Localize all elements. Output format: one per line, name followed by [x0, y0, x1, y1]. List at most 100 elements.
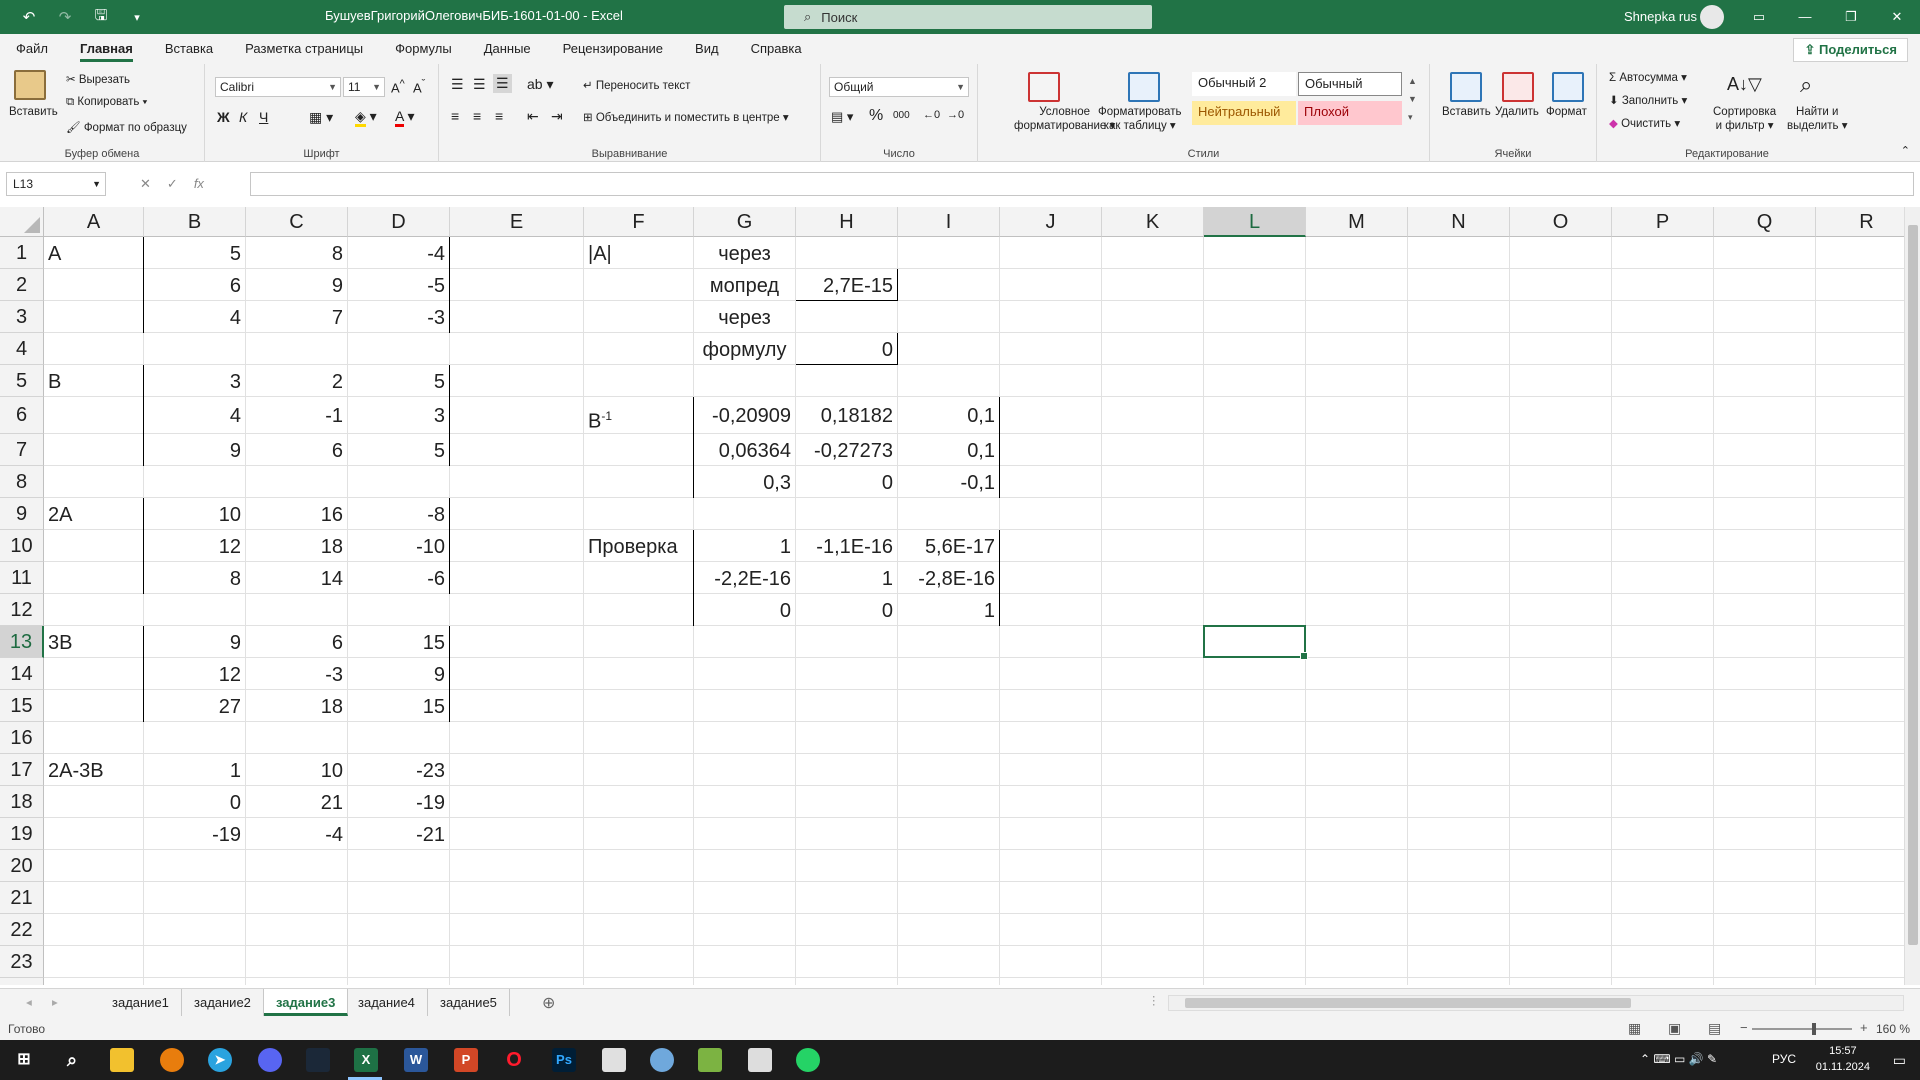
column-header-p[interactable]: P [1612, 207, 1714, 237]
cell-b6[interactable]: 4 [144, 397, 246, 434]
tab-help[interactable]: Справка [735, 34, 818, 64]
cell-p6[interactable] [1612, 397, 1714, 434]
cell-m21[interactable] [1306, 882, 1408, 914]
increase-indent-icon[interactable]: ⇥ [551, 108, 563, 125]
cell-f2[interactable] [584, 269, 694, 301]
cell-r6[interactable] [1816, 397, 1904, 434]
cell-f13[interactable] [584, 626, 694, 658]
cell-a3[interactable] [44, 301, 144, 333]
cell-c8[interactable] [246, 466, 348, 498]
sheet-tab-3[interactable]: задание3 [264, 989, 349, 1016]
cell-r4[interactable] [1816, 333, 1904, 365]
row-header-22[interactable]: 22 [0, 914, 44, 946]
close-icon[interactable]: ✕ [1874, 0, 1920, 34]
column-header-d[interactable]: D [348, 207, 450, 237]
cell-d7[interactable]: 5 [348, 434, 450, 466]
cell-h8[interactable]: 0 [796, 466, 898, 498]
cell-f8[interactable] [584, 466, 694, 498]
cell-r2[interactable] [1816, 269, 1904, 301]
italic-button[interactable]: К [239, 109, 247, 125]
cell-n23[interactable] [1408, 946, 1510, 978]
cell-e15[interactable] [450, 690, 584, 722]
cell-q20[interactable] [1714, 850, 1816, 882]
cell-q1[interactable] [1714, 237, 1816, 269]
font-name-select[interactable]: Calibri ▼ [215, 77, 341, 97]
cell-a10[interactable] [44, 530, 144, 562]
cell-f11[interactable] [584, 562, 694, 594]
cell-e18[interactable] [450, 786, 584, 818]
cell-n12[interactable] [1408, 594, 1510, 626]
cell-d4[interactable] [348, 333, 450, 365]
cell-l16[interactable] [1204, 722, 1306, 754]
cell-i13[interactable] [898, 626, 1000, 658]
row-header-13[interactable]: 13 [0, 626, 44, 658]
cell-i24[interactable] [898, 978, 1000, 985]
add-sheet-icon[interactable]: ⊕ [542, 993, 555, 1013]
search-box[interactable]: ⌕ Поиск [784, 5, 1152, 29]
cell-b13[interactable]: 9 [144, 626, 246, 658]
collapse-ribbon-icon[interactable]: ⌃ [1901, 144, 1910, 157]
insert-cells-button[interactable]: Вставить [1442, 106, 1491, 118]
tab-home[interactable]: Главная [64, 34, 149, 64]
ribbon-display-icon[interactable]: ▭ [1736, 0, 1782, 34]
customize-qa-icon[interactable]: ▾ [126, 11, 148, 24]
cell-g13[interactable] [694, 626, 796, 658]
cell-k19[interactable] [1102, 818, 1204, 850]
cell-n20[interactable] [1408, 850, 1510, 882]
cell-h1[interactable] [796, 237, 898, 269]
cell-i6[interactable]: 0,1 [898, 397, 1000, 434]
cell-i18[interactable] [898, 786, 1000, 818]
cell-k13[interactable] [1102, 626, 1204, 658]
cell-m1[interactable] [1306, 237, 1408, 269]
cell-p1[interactable] [1612, 237, 1714, 269]
column-header-n[interactable]: N [1408, 207, 1510, 237]
cell-l24[interactable] [1204, 978, 1306, 985]
cell-m16[interactable] [1306, 722, 1408, 754]
cell-r7[interactable] [1816, 434, 1904, 466]
format-cells-icon[interactable] [1552, 72, 1584, 102]
cell-p5[interactable] [1612, 365, 1714, 397]
cell-r13[interactable] [1816, 626, 1904, 658]
decrease-font-icon[interactable]: Aˇ [413, 78, 425, 95]
conditional-formatting-icon[interactable] [1028, 72, 1060, 102]
cell-i20[interactable] [898, 850, 1000, 882]
cell-l9[interactable] [1204, 498, 1306, 530]
cell-b24[interactable] [144, 978, 246, 985]
cell-g9[interactable] [694, 498, 796, 530]
cell-e24[interactable] [450, 978, 584, 985]
cell-d16[interactable] [348, 722, 450, 754]
cell-o6[interactable] [1510, 397, 1612, 434]
cell-n10[interactable] [1408, 530, 1510, 562]
column-header-m[interactable]: M [1306, 207, 1408, 237]
cell-b23[interactable] [144, 946, 246, 978]
row-header-8[interactable]: 8 [0, 466, 44, 498]
cell-c18[interactable]: 21 [246, 786, 348, 818]
formula-input[interactable] [250, 172, 1914, 196]
cell-e7[interactable] [450, 434, 584, 466]
sheet-tab-2[interactable]: задание2 [182, 989, 264, 1016]
style-normal[interactable]: Обычный [1298, 72, 1402, 96]
cell-h12[interactable]: 0 [796, 594, 898, 626]
cell-h17[interactable] [796, 754, 898, 786]
cell-a1[interactable]: A [44, 237, 144, 269]
vertical-scroll-thumb[interactable] [1908, 225, 1918, 945]
cell-c19[interactable]: -4 [246, 818, 348, 850]
cell-l11[interactable] [1204, 562, 1306, 594]
cell-m18[interactable] [1306, 786, 1408, 818]
minimize-icon[interactable]: — [1782, 0, 1828, 34]
cell-e14[interactable] [450, 658, 584, 690]
cell-r8[interactable] [1816, 466, 1904, 498]
cell-r10[interactable] [1816, 530, 1904, 562]
cell-c7[interactable]: 6 [246, 434, 348, 466]
cell-p24[interactable] [1612, 978, 1714, 985]
cell-c13[interactable]: 6 [246, 626, 348, 658]
row-header-11[interactable]: 11 [0, 562, 44, 594]
cell-h6[interactable]: 0,18182 [796, 397, 898, 434]
row-header-6[interactable]: 6 [0, 397, 44, 434]
cell-j12[interactable] [1000, 594, 1102, 626]
cell-n6[interactable] [1408, 397, 1510, 434]
cell-j7[interactable] [1000, 434, 1102, 466]
cell-e19[interactable] [450, 818, 584, 850]
tab-formulas[interactable]: Формулы [379, 34, 468, 64]
cell-m11[interactable] [1306, 562, 1408, 594]
